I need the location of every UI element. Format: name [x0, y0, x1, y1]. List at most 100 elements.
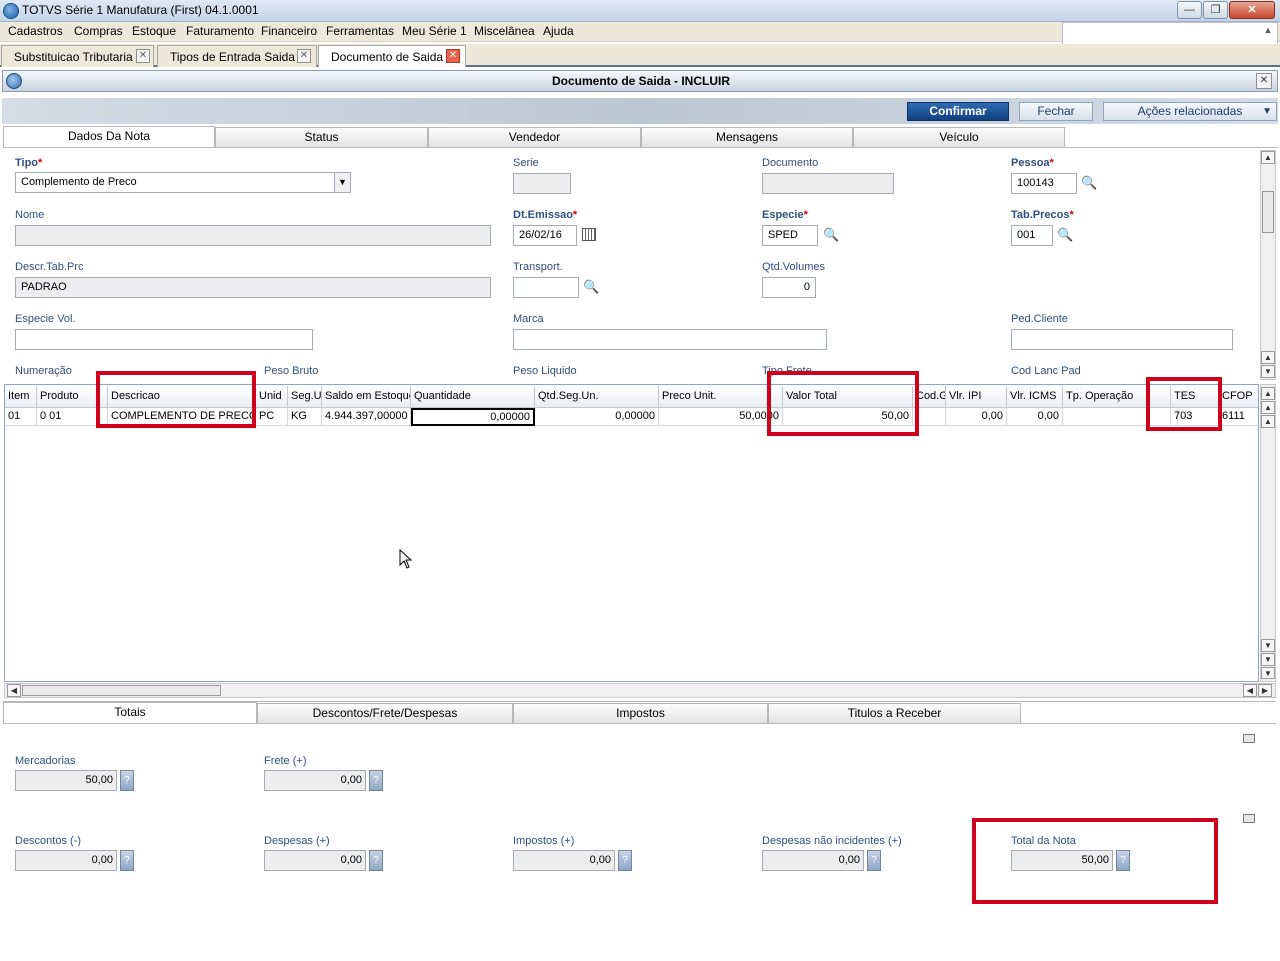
help-icon[interactable]: ? [120, 850, 134, 871]
impostos-field[interactable]: 0,00 [513, 850, 615, 871]
menu-ferramentas[interactable]: Ferramentas [326, 24, 394, 38]
confirmar-button[interactable]: Confirmar [907, 102, 1009, 121]
scroll-down-icon[interactable]: ▼ [1261, 639, 1275, 652]
tab-tipos-entrada-saida[interactable]: Tipos de Entrada Saida ✕ [157, 45, 317, 67]
despesas-field[interactable]: 0,00 [264, 850, 366, 871]
collapse-icon[interactable] [1243, 814, 1255, 823]
col-header-vlr-icms[interactable]: Vlr. ICMS [1007, 386, 1063, 408]
folder-dados-da-nota[interactable]: Dados Da Nota [3, 126, 215, 147]
scroll-up-icon[interactable]: ▲ [1261, 151, 1275, 164]
documento-field[interactable] [762, 173, 894, 194]
scroll-top-icon[interactable]: ▲ [1261, 387, 1275, 400]
close-tab-icon[interactable]: ✕ [297, 49, 311, 63]
tipo-select[interactable]: Complemento de Preco ▼ [15, 172, 351, 193]
folder-totais[interactable]: Totais [3, 702, 257, 723]
frete-field[interactable]: 0,00 [264, 770, 366, 791]
cell-preco-unit[interactable]: 50,0000 [659, 408, 783, 426]
help-icon[interactable]: ? [867, 850, 881, 871]
collapse-icon[interactable] [1243, 734, 1255, 743]
tab-documento-saida[interactable]: Documento de Saida ✕ [318, 45, 466, 67]
scroll-left-icon[interactable]: ◀ [1243, 684, 1257, 697]
menu-faturamento[interactable]: Faturamento [186, 24, 254, 38]
search-icon[interactable]: 🔍 [1057, 227, 1073, 243]
tab-precos-field[interactable]: 001 [1011, 225, 1053, 246]
chevron-down-icon[interactable]: ▼ [334, 173, 350, 192]
panel-scroll-up-icon[interactable]: ▲ [1260, 25, 1276, 41]
col-header-vlr-ipi[interactable]: Vlr. IPI [946, 386, 1007, 408]
col-header-item[interactable]: Item [5, 386, 37, 408]
close-dialog-icon[interactable]: ✕ [1256, 73, 1272, 89]
dt-emissao-field[interactable]: 26/02/16 [513, 225, 577, 246]
ped-cliente-field[interactable] [1011, 329, 1233, 350]
scroll-left-icon[interactable]: ◀ [7, 684, 21, 697]
scroll-up-icon[interactable]: ▲ [1261, 401, 1275, 414]
folder-veiculo[interactable]: Veículo [853, 127, 1065, 148]
folder-vendedor[interactable]: Vendedor [428, 127, 641, 148]
help-icon[interactable]: ? [618, 850, 632, 871]
descontos-field[interactable]: 0,00 [15, 850, 117, 871]
help-icon[interactable]: ? [120, 770, 134, 791]
fechar-button[interactable]: Fechar [1019, 102, 1093, 121]
cell-vlr-ipi[interactable]: 0,00 [946, 408, 1007, 426]
menu-financeiro[interactable]: Financeiro [261, 24, 317, 38]
scroll-up-icon[interactable]: ▲ [1261, 351, 1275, 364]
especie-field[interactable]: SPED [762, 225, 818, 246]
grid-hscrollbar[interactable]: ◀ ◀ ▶ [4, 683, 1276, 698]
descr-tab-prc-field[interactable]: PADRAO [15, 277, 491, 298]
menu-ajuda[interactable]: Ajuda [543, 24, 574, 38]
acoes-relacionadas-button[interactable]: Ações relacionadas ▼ [1103, 102, 1277, 121]
search-icon[interactable]: 🔍 [583, 279, 599, 295]
calendar-icon[interactable] [582, 228, 596, 241]
help-icon[interactable]: ? [369, 850, 383, 871]
folder-impostos[interactable]: Impostos [513, 703, 768, 724]
menu-estoque[interactable]: Estoque [132, 24, 176, 38]
scroll-down-icon[interactable]: ▼ [1261, 653, 1275, 666]
col-header-saldo-estoque[interactable]: Saldo em Estoque [322, 386, 411, 408]
serie-field[interactable] [513, 173, 571, 194]
nome-field[interactable] [15, 225, 491, 246]
mercadorias-field[interactable]: 50,00 [15, 770, 117, 791]
search-icon[interactable]: 🔍 [1081, 175, 1097, 191]
close-window-button[interactable]: ✕ [1229, 1, 1275, 19]
col-header-quantidade[interactable]: Quantidade [411, 386, 535, 408]
close-tab-icon[interactable]: ✕ [136, 49, 150, 63]
col-header-cfop[interactable]: CFOP [1219, 386, 1258, 408]
scroll-right-icon[interactable]: ▶ [1258, 684, 1272, 697]
help-icon[interactable]: ? [369, 770, 383, 791]
pessoa-field[interactable]: 100143 [1011, 173, 1077, 194]
col-header-qtd-seg-un[interactable]: Qtd.Seg.Un. [535, 386, 659, 408]
minimize-button[interactable]: — [1177, 1, 1202, 19]
folder-mensagens[interactable]: Mensagens [641, 127, 853, 148]
despesas-nao-incidentes-field[interactable]: 0,00 [762, 850, 864, 871]
qtd-volumes-field[interactable]: 0 [762, 277, 816, 298]
grid-scrollbar[interactable]: ▲ ▲ ▲ ▼ ▼ ▼ [1260, 384, 1276, 682]
marca-field[interactable] [513, 329, 827, 350]
search-icon[interactable]: 🔍 [823, 227, 839, 243]
folder-status[interactable]: Status [215, 127, 428, 148]
scroll-down-icon[interactable]: ▼ [1261, 365, 1275, 378]
form-scrollbar[interactable]: ▲ ▲ ▼ [1260, 150, 1276, 380]
cell-item[interactable]: 01 [5, 408, 37, 426]
menu-miscelanea[interactable]: Miscelânea [474, 24, 535, 38]
especie-vol-field[interactable] [15, 329, 313, 350]
folder-titulos-a-receber[interactable]: Titulos a Receber [768, 703, 1021, 724]
menu-cadastros[interactable]: Cadastros [8, 24, 63, 38]
scroll-bottom-icon[interactable]: ▼ [1261, 667, 1275, 679]
cell-seg-u[interactable]: KG [288, 408, 322, 426]
menu-compras[interactable]: Compras [74, 24, 123, 38]
cell-cfop[interactable]: 6111 [1219, 408, 1258, 426]
menu-meu-serie-1[interactable]: Meu Série 1 [402, 24, 467, 38]
cell-quantidade[interactable]: 0,00000 [411, 408, 535, 426]
col-header-preco-unit[interactable]: Preco Unit. [659, 386, 783, 408]
tab-substituicao-tributaria[interactable]: Substituicao Tributaria ✕ [1, 45, 154, 67]
folder-descontos-frete-despesas[interactable]: Descontos/Frete/Despesas [257, 703, 513, 724]
cell-saldo-estoque[interactable]: 4.944.397,00000 [322, 408, 411, 426]
col-header-seg-u[interactable]: Seg.U [288, 386, 322, 408]
scroll-thumb[interactable] [1262, 191, 1274, 233]
col-header-unid[interactable]: Unid [256, 386, 288, 408]
cell-vlr-icms[interactable]: 0,00 [1007, 408, 1063, 426]
cell-unid[interactable]: PC [256, 408, 288, 426]
transport-field[interactable] [513, 277, 579, 298]
maximize-button[interactable]: ❐ [1203, 1, 1228, 19]
close-tab-icon[interactable]: ✕ [446, 49, 460, 63]
